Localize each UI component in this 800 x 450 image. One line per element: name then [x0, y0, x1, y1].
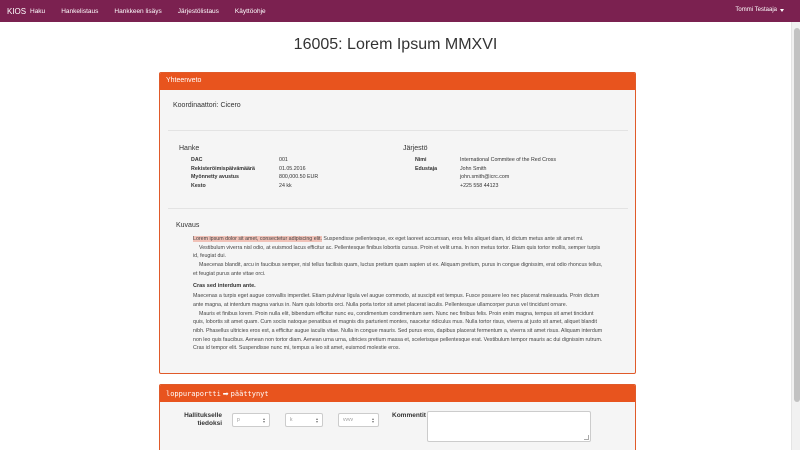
nav-item-kayttoohje[interactable]: Käyttöohje — [235, 8, 266, 15]
spinner-icon[interactable]: ▴ ▾ — [316, 417, 318, 424]
summary-panel: Yhteenveto Koordinaattori: Cicero Hanke … — [159, 72, 636, 374]
contact-email[interactable]: john.smith@icrc.com — [460, 173, 509, 182]
brand-logo[interactable]: KIOS — [0, 7, 30, 16]
government-notice-label: Hallitukselle tiedoksi — [184, 412, 222, 427]
divider — [168, 208, 628, 209]
day-placeholder: p — [237, 417, 240, 423]
report-panel-heading: loppuraportti ➡ päättynyt — [160, 385, 635, 402]
detail-row: Nimi International Commitee of the Red Cr… — [415, 156, 556, 165]
nav-item-jarjestolistaus[interactable]: Järjestölistaus — [178, 8, 219, 15]
status-to: päättynyt — [230, 389, 269, 398]
detail-value: 001 — [279, 157, 288, 163]
detail-row: Rekisteröimispäivämäärä 01.05.2016 — [191, 165, 318, 174]
detail-value: 24 kk — [279, 182, 292, 189]
detail-key — [415, 173, 460, 182]
detail-row: Kesto 24 kk — [191, 182, 318, 191]
summary-panel-heading: Yhteenveto — [160, 73, 635, 90]
detail-value: 01.05.2016 — [279, 165, 306, 172]
highlighted-text: Lorem ipsum dolor sit amet, consectetur … — [193, 236, 322, 242]
detail-value: International Commitee of the Red Cross — [460, 157, 556, 163]
user-name: Tommi Testaaja — [735, 7, 777, 13]
detail-key: Myönnetty avustus — [191, 174, 239, 181]
description-paragraph: Maecenas a turpis eget augue convallis i… — [193, 293, 600, 308]
coordinator-text: Koordinaattori: Cicero — [173, 102, 241, 109]
day-input[interactable]: p ▴ ▾ — [232, 413, 270, 427]
detail-key: Edustaja — [415, 165, 438, 172]
divider — [168, 130, 628, 131]
detail-key — [415, 182, 460, 191]
scrollbar-thumb[interactable] — [793, 28, 800, 402]
detail-row: Myönnetty avustus 800,000.50 EUR — [191, 173, 318, 182]
description-paragraph: Lorem ipsum dolor sit amet, consectetur … — [193, 235, 605, 244]
arrow-right-icon: ➡ — [222, 389, 229, 398]
organization-section-title: Järjestö — [403, 145, 428, 152]
description-paragraph: Maecenas blandit, arcu in faucibus sempe… — [193, 262, 603, 277]
detail-row: Edustaja John Smith — [415, 165, 556, 174]
detail-row: john.smith@icrc.com — [415, 173, 556, 182]
caret-down-icon — [780, 8, 784, 12]
detail-value: John Smith — [460, 165, 487, 172]
project-details: DAC 001 Rekisteröimispäivämäärä 01.05.2016… — [191, 156, 318, 190]
month-placeholder: k — [290, 417, 293, 423]
month-input[interactable]: k ▴ ▾ — [285, 413, 323, 427]
page-scrollbar[interactable] — [791, 22, 800, 450]
page-title: 16005: Lorem Ipsum MMXVI — [293, 36, 498, 53]
detail-key: Nimi — [415, 157, 427, 163]
description-subheading: Cras sed interdum ante. — [193, 282, 256, 289]
paragraph-text: Suspendisse pellentesque, ex eget laoree… — [321, 236, 584, 242]
top-navbar: KIOS Haku Hankelistaus Hankkeen lisäys J… — [0, 0, 800, 22]
project-section-title: Hanke — [179, 145, 200, 152]
description-body: Lorem ipsum dolor sit amet, consectetur … — [193, 235, 605, 353]
description-paragraph: Mauris et finibus lorem. Proin nulla eli… — [193, 310, 603, 352]
user-menu[interactable]: Tommi Testaaja — [735, 7, 784, 13]
spinner-icon[interactable]: ▴ ▾ — [372, 417, 374, 424]
status-from: loppuraportti — [166, 389, 221, 398]
description-paragraph: Vestibulum viverra nisl odio, at euismod… — [193, 244, 601, 260]
detail-key: Rekisteröimispäivämäärä — [191, 165, 255, 172]
nav-item-hankkeen-lisays[interactable]: Hankkeen lisäys — [114, 8, 161, 15]
comments-label: Kommentit — [392, 412, 426, 419]
nav-item-haku[interactable]: Haku — [30, 8, 45, 15]
year-placeholder: vvvv — [343, 417, 353, 423]
nav-item-hankelistaus[interactable]: Hankelistaus — [61, 8, 98, 15]
description-title: Kuvaus — [176, 222, 200, 229]
report-panel: loppuraportti ➡ päättynyt Hallitukselle … — [159, 384, 636, 450]
detail-value: 800,000.50 EUR — [279, 174, 319, 181]
organization-details: Nimi International Commitee of the Red Cr… — [415, 156, 556, 190]
comments-textarea[interactable] — [427, 411, 591, 442]
detail-row: DAC 001 — [191, 156, 318, 165]
main-nav: Haku Hankelistaus Hankkeen lisäys Järjes… — [30, 8, 282, 15]
resize-grip-icon[interactable] — [584, 435, 589, 440]
contact-phone: +225 558 44123 — [460, 182, 499, 189]
detail-key: DAC — [191, 157, 203, 163]
detail-row: +225 558 44123 — [415, 182, 556, 191]
spinner-icon[interactable]: ▴ ▾ — [263, 417, 265, 424]
detail-key: Kesto — [191, 182, 206, 189]
year-input[interactable]: vvvv ▴ ▾ — [338, 413, 379, 427]
